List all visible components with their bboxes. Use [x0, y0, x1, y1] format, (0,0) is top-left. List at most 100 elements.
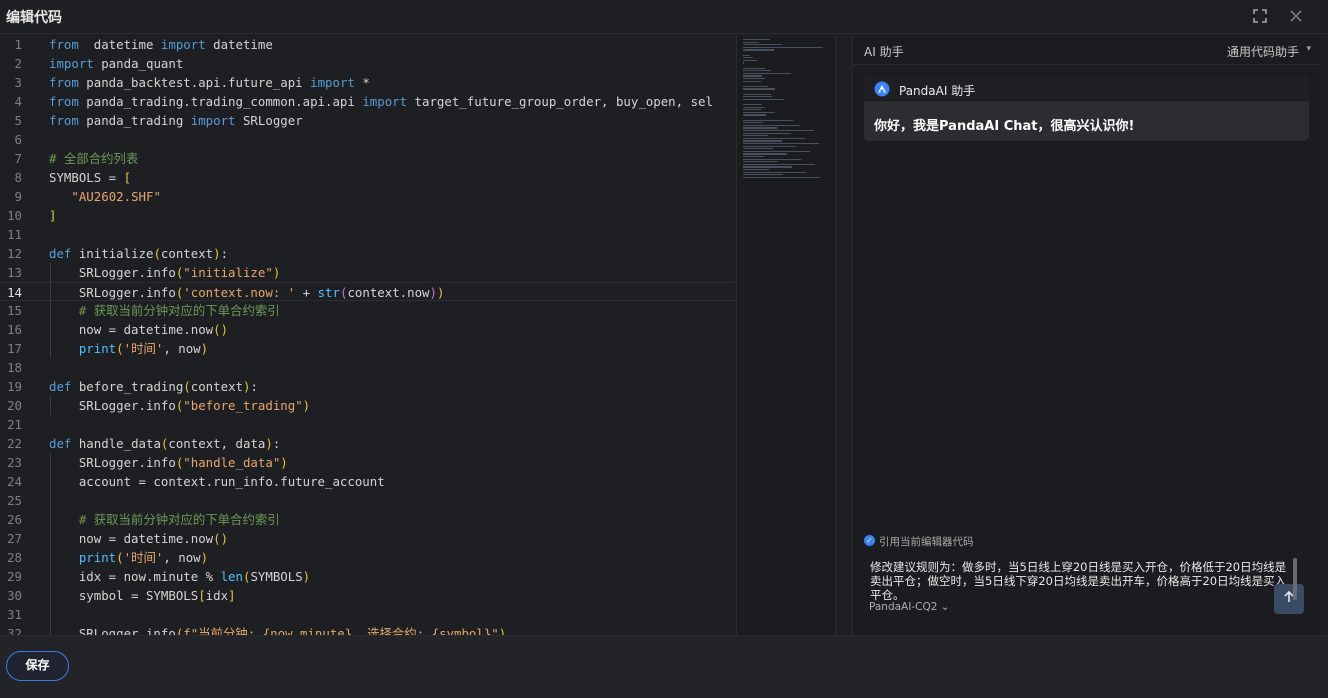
code-line[interactable]: 17 print('时间', now)	[0, 339, 735, 358]
chat-input-scrollbar[interactable]	[1293, 558, 1297, 600]
code-line[interactable]: 8 SYMBOLS = [	[0, 168, 735, 187]
code-line[interactable]: 10]	[0, 206, 735, 225]
code-token: # 获取当前分钟对应的下单合约索引	[49, 512, 280, 527]
line-number: 18	[7, 360, 22, 375]
minimap-line	[743, 158, 801, 160]
code-token: SYMBOLS =	[49, 170, 124, 185]
code-token: )	[200, 341, 209, 356]
code-line[interactable]: 12 def initialize(context):	[0, 244, 735, 263]
code-token: :	[272, 436, 281, 451]
code-line[interactable]: 14 SRLogger.info('context.now: ' + str(c…	[0, 282, 735, 301]
code-line[interactable]: 21	[0, 415, 735, 434]
code-token: [	[123, 170, 132, 185]
code-line[interactable]: 22 def handle_data(context, data):	[0, 434, 735, 453]
minimap-line	[743, 54, 751, 56]
code-editor[interactable]: 1 from datetime import datetime 2 import pa…	[0, 35, 735, 635]
code-line[interactable]: 3 from panda_backtest.api.future_api impo…	[0, 73, 735, 92]
code-text: from panda_backtest.api.future_api impor…	[49, 73, 370, 92]
code-line[interactable]: 31	[0, 605, 735, 624]
code-line[interactable]: 25	[0, 491, 735, 510]
indent-guide	[50, 263, 51, 358]
line-number: 3	[14, 75, 22, 90]
code-line[interactable]: 18	[0, 358, 735, 377]
code-token: from	[49, 113, 79, 128]
code-line[interactable]: 15 # 获取当前分钟对应的下单合约索引	[0, 301, 735, 320]
save-button[interactable]: 保存	[6, 651, 69, 681]
code-token: ()	[213, 322, 229, 337]
line-number: 21	[7, 417, 22, 432]
minimap-line	[743, 150, 810, 153]
code-text: import panda_quant	[49, 54, 183, 73]
code-token: len	[220, 569, 243, 584]
send-button[interactable]	[1274, 584, 1304, 614]
code-token: symbol = SYMBOLS	[49, 588, 199, 603]
code-token: context	[160, 246, 214, 261]
code-token: )	[200, 550, 209, 565]
code-line[interactable]: 28 print('时间', now)	[0, 548, 735, 567]
minimap-line	[743, 78, 765, 80]
line-number: 20	[7, 398, 22, 413]
code-line[interactable]: 24 account = context.run_info.future_acc…	[0, 472, 735, 491]
minimap-line	[743, 67, 765, 69]
code-line[interactable]: 13 SRLogger.info("initialize")	[0, 263, 735, 282]
code-line[interactable]: 29 idx = now.minute % len(SYMBOLS)	[0, 567, 735, 586]
minimap-line	[743, 137, 805, 140]
code-token: # 全部合约列表	[49, 151, 139, 166]
code-line[interactable]: 27 now = datetime.now()	[0, 529, 735, 548]
minimap-line	[743, 153, 787, 155]
code-token: import	[362, 94, 408, 109]
model-select[interactable]: PandaAI-CQ2 ⌄	[869, 601, 950, 613]
minimap-line	[743, 104, 762, 106]
chat-card-title: PandaAI 助手	[899, 84, 976, 98]
code-line[interactable]: 11	[0, 225, 735, 244]
code-line[interactable]: 1 from datetime import datetime	[0, 35, 735, 54]
code-minimap[interactable]	[736, 35, 835, 635]
code-token: (	[116, 550, 124, 565]
code-line[interactable]: 19 def before_trading(context):	[0, 377, 735, 396]
line-number: 8	[14, 170, 22, 185]
code-token: *	[354, 75, 370, 90]
minimap-line	[743, 88, 775, 90]
minimap-line	[743, 57, 753, 59]
minimap-line	[743, 46, 824, 49]
expand-icon[interactable]	[1251, 8, 1269, 26]
check-circle-icon[interactable]: ✓	[864, 535, 875, 546]
code-token: SRLogger.info	[49, 285, 176, 300]
code-text: SRLogger.info(f"当前分钟: {now.minute}, 选择合约…	[49, 624, 506, 635]
close-icon[interactable]	[1287, 8, 1305, 26]
code-line[interactable]: 4 from panda_trading.trading_common.api.a…	[0, 92, 735, 111]
code-line[interactable]: 23 SRLogger.info("handle_data")	[0, 453, 735, 472]
minimap-line	[743, 49, 774, 51]
code-token: idx	[205, 588, 229, 603]
assistant-mode-select[interactable]: 通用代码助手	[1227, 43, 1299, 60]
code-line[interactable]: 30 symbol = SYMBOLS[idx]	[0, 586, 735, 605]
code-text: # 获取当前分钟对应的下单合约索引	[49, 301, 280, 320]
code-token: panda_backtest.api.future_api	[78, 75, 311, 90]
code-line[interactable]: 7 # 全部合约列表	[0, 149, 735, 168]
code-line[interactable]: 2 import panda_quant	[0, 54, 735, 73]
code-line[interactable]: 26 # 获取当前分钟对应的下单合约索引	[0, 510, 735, 529]
code-token: ]	[228, 588, 236, 603]
model-select-label: PandaAI-CQ2	[869, 601, 938, 613]
chat-input-text[interactable]: 修改建议规则为：做多时，当5日线上穿20日线是买入开仓，价格低于20日均线是卖出…	[870, 560, 1295, 602]
line-number: 25	[7, 493, 22, 508]
code-line[interactable]: 20 SRLogger.info("before_trading")	[0, 396, 735, 415]
code-line[interactable]: 16 now = datetime.now()	[0, 320, 735, 339]
code-token: '时间'	[123, 341, 164, 356]
chevron-down-icon[interactable]: ▾	[1306, 43, 1311, 54]
code-line[interactable]: 32 SRLogger.info(f"当前分钟: {now.minute}, 选…	[0, 624, 735, 635]
minimap-line	[743, 174, 783, 176]
code-token: context, data	[168, 436, 266, 451]
line-number: 27	[7, 531, 22, 546]
code-line[interactable]: 5 from panda_trading import SRLogger	[0, 111, 735, 130]
code-line[interactable]: 6	[0, 130, 735, 149]
editor-scrollbar[interactable]	[835, 35, 849, 635]
code-line[interactable]: 9 "AU2602.SHF"	[0, 187, 735, 206]
chat-input[interactable]: 修改建议规则为：做多时，当5日线上穿20日线是买入开仓，价格低于20日均线是卖出…	[864, 555, 1309, 625]
code-text: "AU2602.SHF"	[49, 187, 161, 206]
line-number: 29	[7, 569, 22, 584]
code-text: from datetime import datetime	[49, 35, 273, 54]
code-token: context	[190, 379, 243, 394]
minimap-line	[743, 72, 791, 75]
